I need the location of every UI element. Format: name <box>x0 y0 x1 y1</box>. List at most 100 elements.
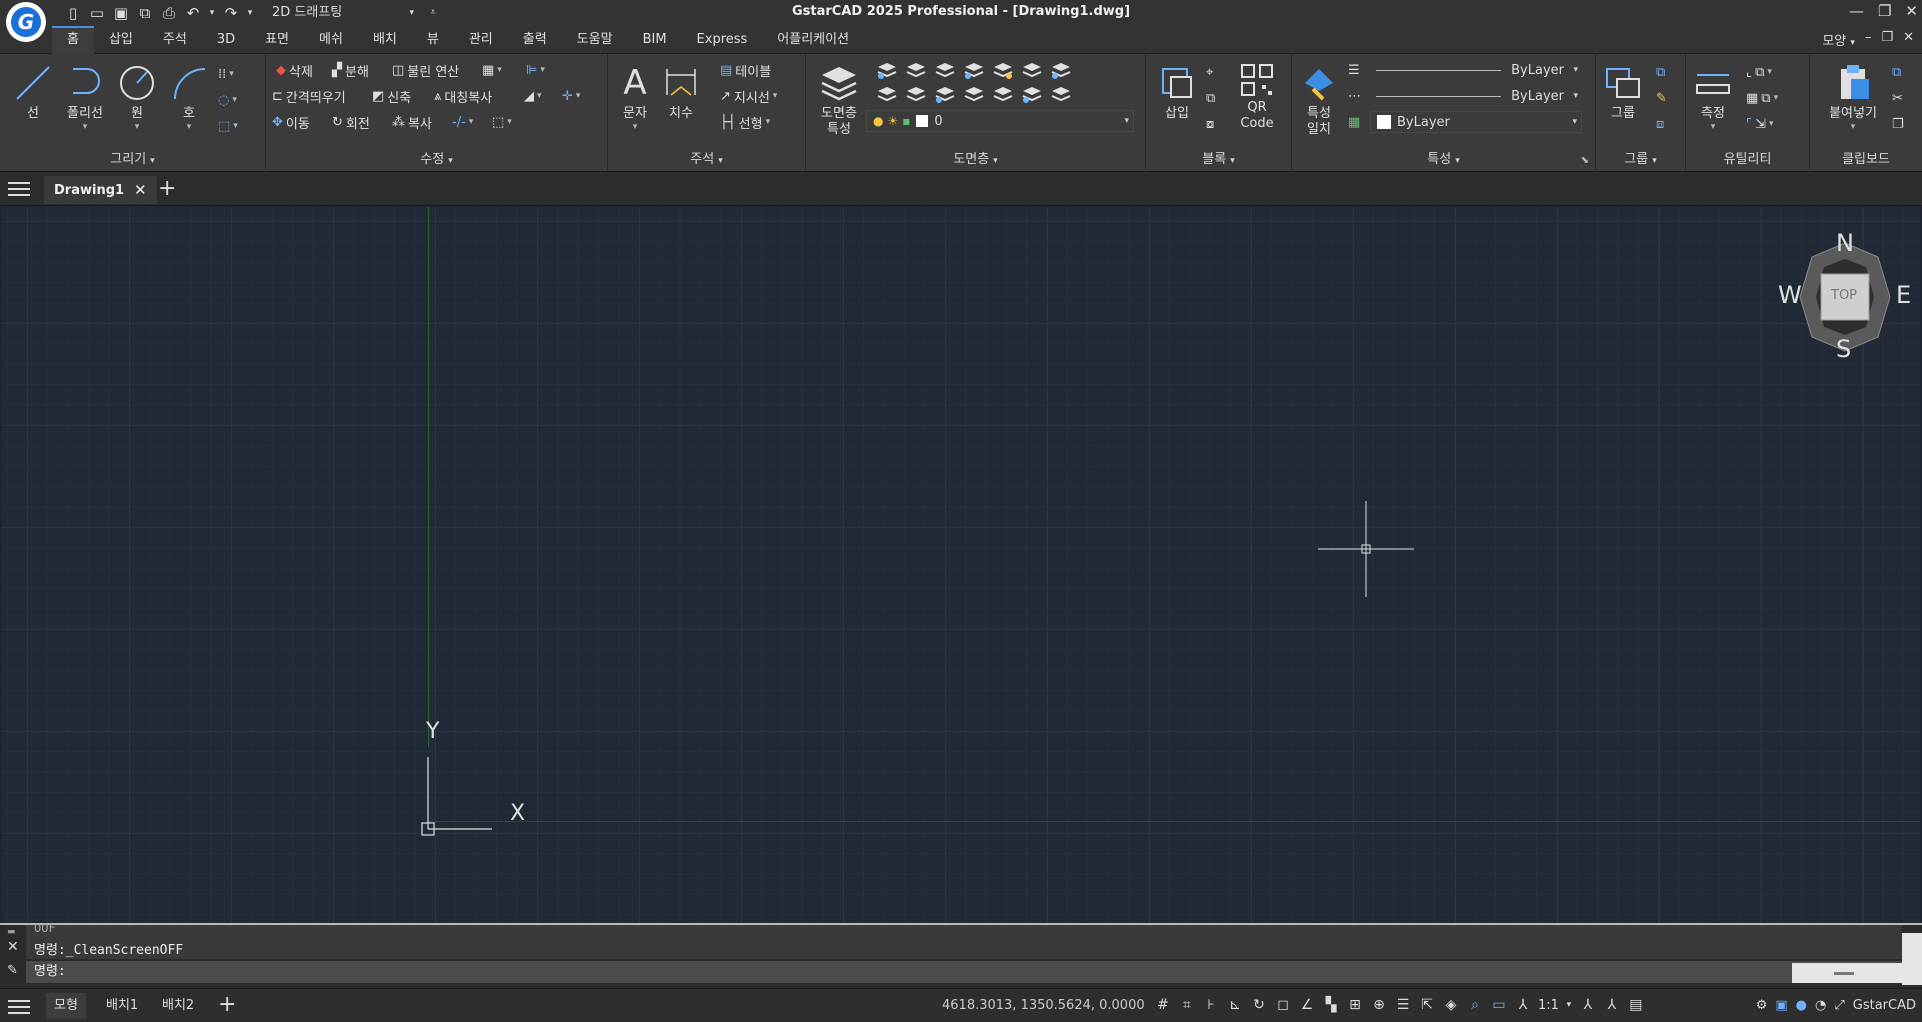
annotation-scale-icon[interactable]: ⅄ <box>1514 996 1532 1014</box>
table-button[interactable]: ▤ 테이블 <box>720 58 771 82</box>
line-button[interactable]: 선 <box>10 60 56 122</box>
annotation-visibility-icon[interactable]: ⅄ <box>1579 996 1597 1014</box>
group-button[interactable]: 그룹 <box>1600 60 1646 122</box>
layer-match-icon[interactable] <box>1021 60 1043 80</box>
properties-palette-icon[interactable]: ▤ <box>1627 996 1645 1014</box>
style-selector[interactable]: 모양 ▾ <box>1822 30 1855 49</box>
tab-3[interactable]: 3D <box>202 26 250 54</box>
dialog-launcher-icon[interactable]: ⬊ <box>1581 155 1589 166</box>
leader-button[interactable]: ↗ 지시선 ▾ <box>720 84 777 108</box>
compass-north[interactable]: N <box>1836 229 1854 257</box>
viewcube-top-face[interactable]: TOP <box>1831 288 1857 303</box>
cursor-coordinates[interactable]: 4618.3013, 1350.5624, 0.0000 <box>942 998 1145 1013</box>
tab-12[interactable]: Express <box>682 26 763 54</box>
layer-freeze-icon[interactable] <box>934 60 956 80</box>
tab-0[interactable]: 홈 <box>52 26 94 54</box>
command-scrollbar[interactable] <box>1902 933 1922 985</box>
grip-icon[interactable]: ▬ <box>7 927 16 937</box>
dimension-button[interactable]: 치수 <box>658 60 704 122</box>
attribute-button[interactable]: ⧇ <box>1206 112 1214 136</box>
erase-button[interactable]: ◆ 삭제 <box>276 58 313 82</box>
layer-properties-button[interactable]: 도면층 특성 <box>812 60 866 138</box>
chevron-down-icon[interactable]: ▾ <box>1690 122 1736 132</box>
lineweight-select[interactable]: ByLayer ▾ <box>1370 59 1582 81</box>
move-button[interactable]: ✥ 이동 <box>272 110 310 134</box>
status-menu-icon[interactable] <box>8 999 30 1015</box>
drawing-canvas[interactable]: Y X TOP N S E W <box>2 207 1920 923</box>
explode-button[interactable]: ▞ 분해 <box>332 58 369 82</box>
linetype-select[interactable]: ByLayer ▾ <box>1370 85 1582 107</box>
color-select[interactable]: ByLayer ▾ <box>1370 111 1582 133</box>
close-icon[interactable]: ✕ <box>1905 2 1918 20</box>
close-command-icon[interactable]: ✕ <box>7 939 19 955</box>
clean-screen-icon[interactable]: ⤢ <box>1834 998 1844 1013</box>
stretch-button[interactable]: ◩ 신축 <box>372 84 411 108</box>
grid-icon[interactable]: # <box>1154 996 1172 1014</box>
arc-button[interactable]: 호 ▾ <box>166 60 212 132</box>
command-input[interactable]: 명령: <box>26 961 1902 983</box>
document-tab[interactable]: Drawing1 ✕ <box>44 176 157 204</box>
minimize-icon[interactable]: — <box>1849 2 1864 20</box>
viewport-icon[interactable]: ▭ <box>1490 996 1508 1014</box>
compass-east[interactable]: E <box>1896 281 1911 309</box>
layer-off-icon[interactable] <box>876 60 898 80</box>
tab-9[interactable]: 출력 <box>508 26 562 54</box>
hardware-acceleration-icon[interactable]: ◔ <box>1815 998 1826 1013</box>
layer-previous-icon[interactable] <box>1050 60 1072 80</box>
block-editor-button[interactable]: ⌖ <box>1206 60 1213 84</box>
mirror-button[interactable]: ⩓ 대칭복사 <box>434 84 492 108</box>
layer-on-icon[interactable] <box>876 84 898 104</box>
point-style-button[interactable]: ⌜ ⇲ ▾ <box>1746 112 1774 136</box>
tab-10[interactable]: 도움말 <box>562 26 628 54</box>
text-button[interactable]: A 문자 ▾ <box>612 60 658 132</box>
annotation-scale-value[interactable]: 1:1 <box>1538 998 1559 1013</box>
offset-button[interactable]: ⊏ 간격띄우기 <box>272 84 346 108</box>
fillet-button[interactable]: ◢ ▾ <box>524 84 542 108</box>
ellipse-button[interactable]: ◌ ▾ <box>218 88 237 112</box>
rectangle-button[interactable]: ⬚ ▾ <box>218 114 238 138</box>
cut-button[interactable]: ✂ <box>1892 86 1903 110</box>
lineweight-toggle-icon[interactable]: ☰ <box>1394 996 1412 1014</box>
chevron-down-icon[interactable]: ▾ <box>1565 996 1573 1014</box>
tab-7[interactable]: 뷰 <box>412 26 454 54</box>
minimize-doc-icon[interactable]: – <box>1865 30 1872 49</box>
qr-code-button[interactable]: QR Code <box>1234 60 1280 132</box>
layer-copy-icon[interactable] <box>992 84 1014 104</box>
paste-button[interactable]: 붙여넣기 ▾ <box>1826 60 1880 132</box>
restore-icon[interactable]: ❐ <box>1878 2 1891 20</box>
viewcube[interactable]: TOP N S E W <box>1778 229 1912 363</box>
hamburger-menu-icon[interactable] <box>8 181 30 197</box>
calculator-button[interactable]: ▦ ⧉ ▾ <box>1746 86 1778 110</box>
layout-tab-model[interactable]: 모형 <box>46 993 86 1019</box>
layers-panel-title[interactable]: 도면층 ▾ <box>806 150 1145 170</box>
chevron-down-icon[interactable]: ▾ <box>114 122 160 132</box>
annotation-panel-title[interactable]: 주석 ▾ <box>608 150 805 170</box>
ungroup-button[interactable]: ⧉ <box>1656 60 1665 84</box>
layout-tab-1[interactable]: 배치1 <box>98 993 146 1019</box>
break-button[interactable]: -/- ▾ <box>452 110 473 134</box>
isolate-icon[interactable]: ● <box>1796 998 1807 1013</box>
linear-dim-button[interactable]: ├┤ 선형 ▾ <box>720 110 770 134</box>
clipboard-panel-title[interactable]: 클립보드 <box>1810 150 1922 170</box>
command-scroll-thumb[interactable] <box>1792 963 1902 983</box>
measure-button[interactable]: 측정 ▾ <box>1690 60 1736 132</box>
osnap-tracking-icon[interactable]: ∠ <box>1298 996 1316 1014</box>
copy-clip-button[interactable]: ⧉ <box>1892 60 1901 84</box>
app-logo[interactable]: G <box>6 2 46 42</box>
layer-make-current-icon[interactable] <box>992 60 1014 80</box>
compass-south[interactable]: S <box>1836 335 1851 363</box>
tab-1[interactable]: 삽입 <box>94 26 148 54</box>
boolean-button[interactable]: ◫ 불린 연산 <box>392 58 459 82</box>
layer-unisolate-icon[interactable] <box>905 84 927 104</box>
layer-select[interactable]: ● ☀ ▪ 0 ▾ <box>866 110 1134 132</box>
layer-lock-icon[interactable] <box>963 60 985 80</box>
chevron-down-icon[interactable]: ▾ <box>166 122 212 132</box>
tab-13[interactable]: 어플리케이션 <box>762 26 864 54</box>
layer-thaw-icon[interactable] <box>934 84 956 104</box>
chevron-down-icon[interactable]: ▾ <box>62 122 108 132</box>
create-block-button[interactable]: ⧉ <box>1206 86 1215 110</box>
draw-panel-title[interactable]: 그리기 ▾ <box>0 150 265 170</box>
ortho-icon[interactable]: ⊾ <box>1226 996 1244 1014</box>
transparency-icon[interactable]: ⇱ <box>1418 996 1436 1014</box>
tab-2[interactable]: 주석 <box>148 26 202 54</box>
